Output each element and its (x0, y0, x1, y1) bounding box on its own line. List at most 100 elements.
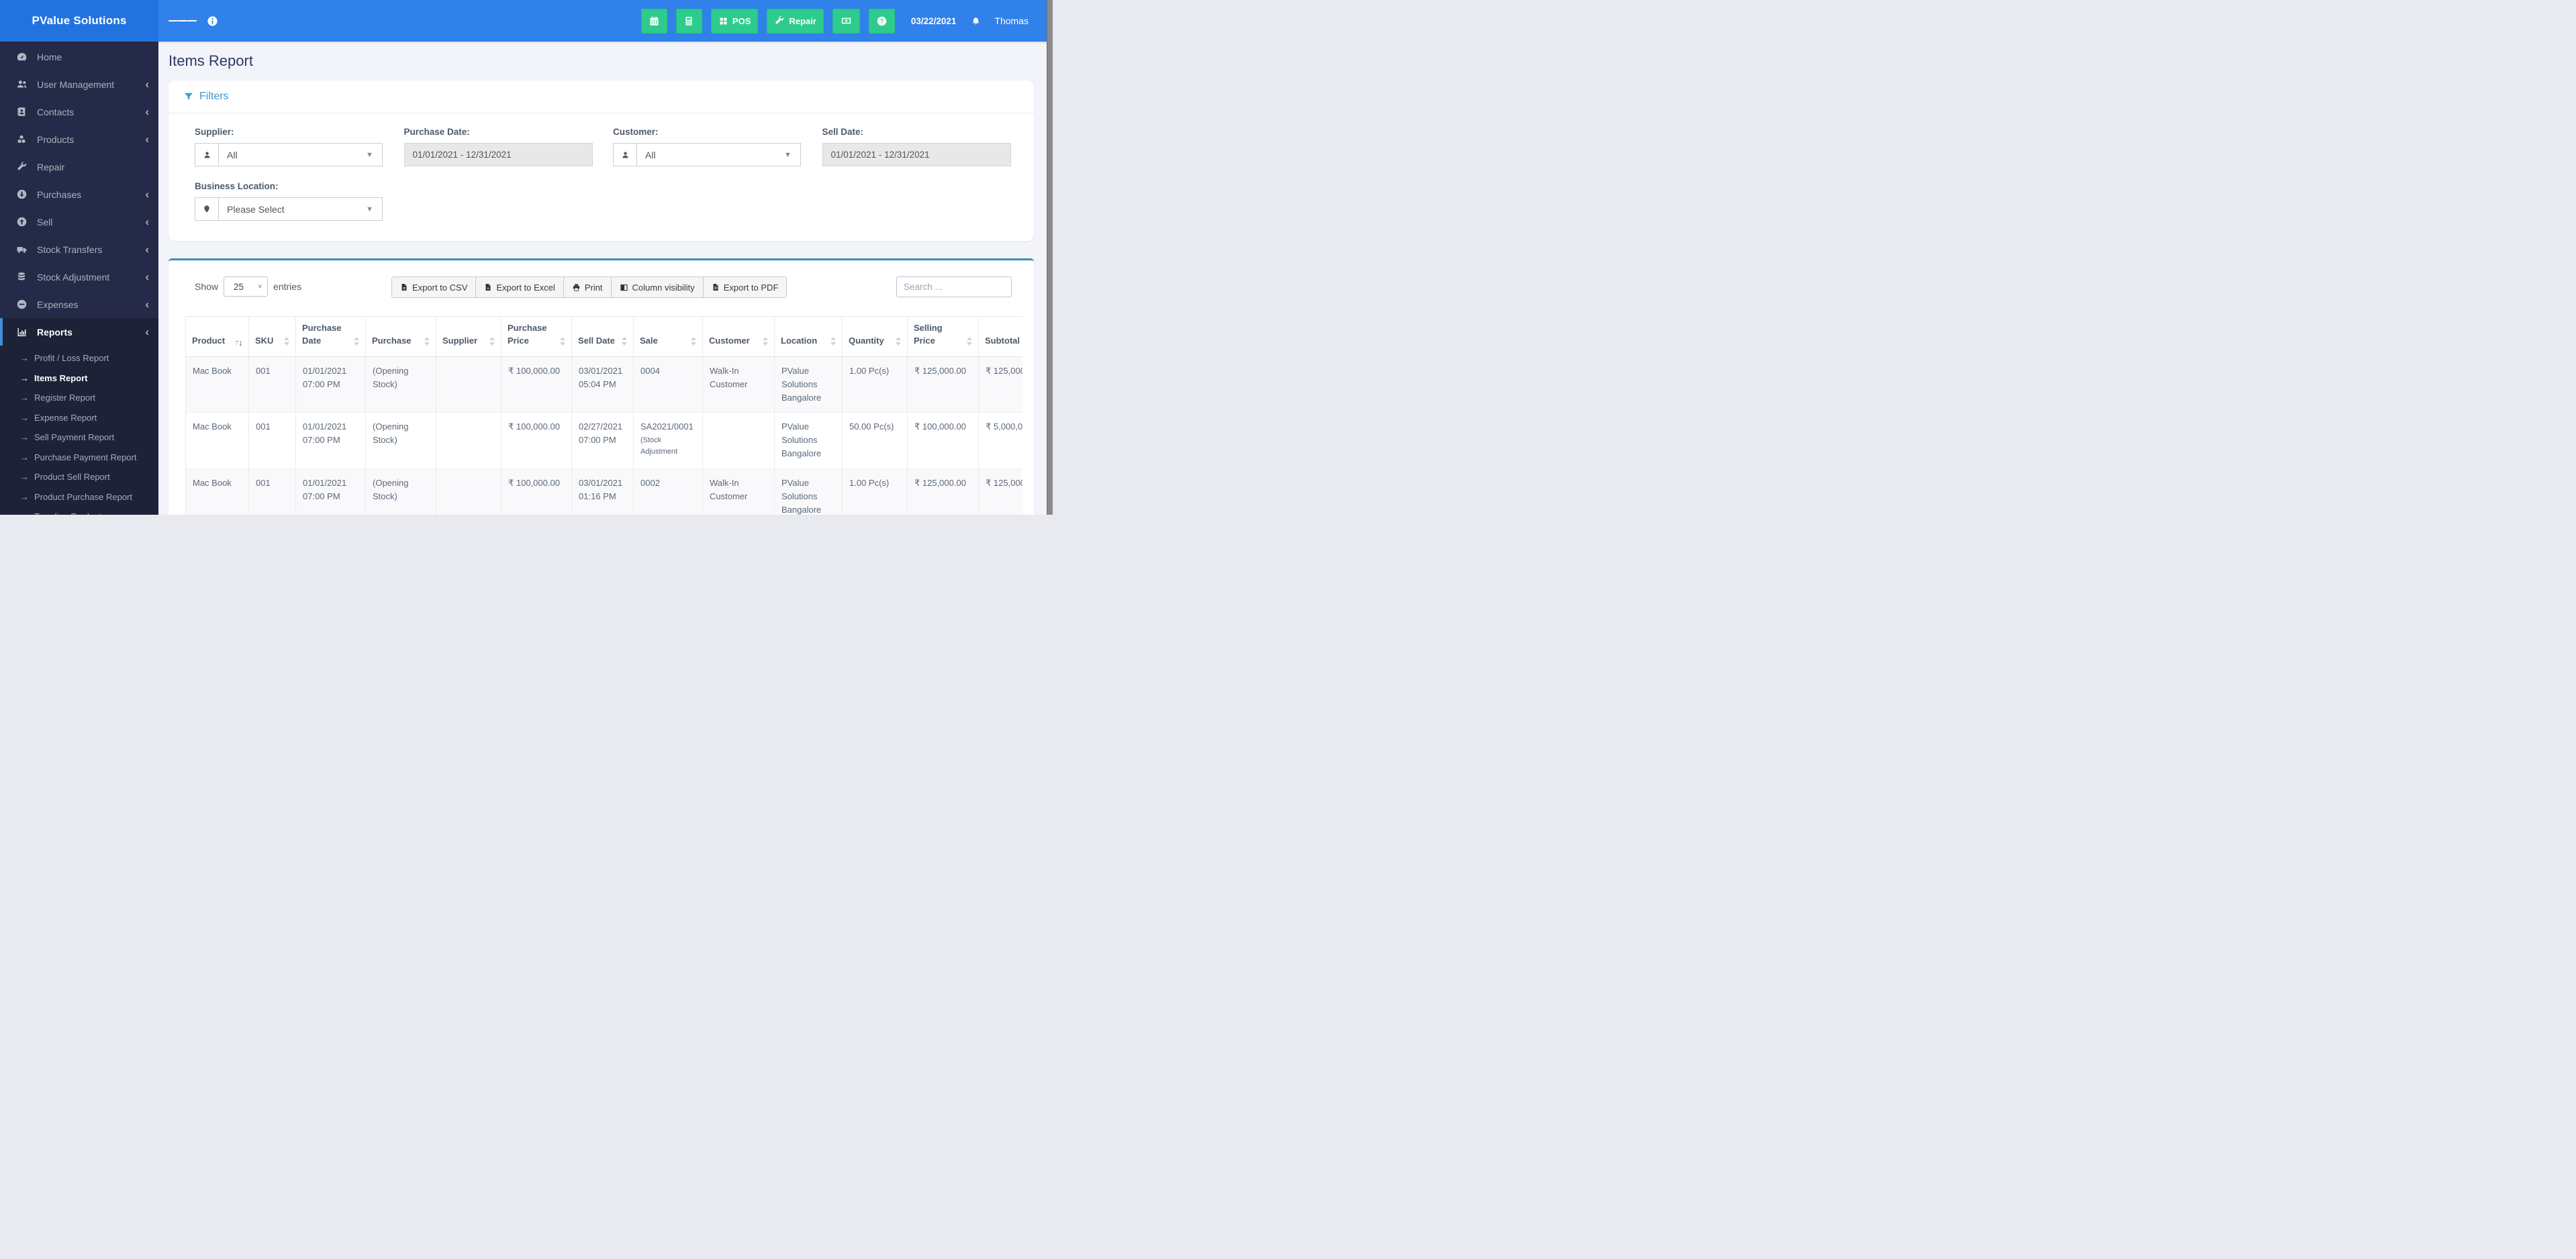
sidebar-item-stock-adjustment[interactable]: Stock Adjustment ‹ (0, 263, 158, 291)
column-header-purchase-date[interactable]: Purchase Date (295, 316, 366, 357)
submenu-item-sell-payment-report[interactable]: → Sell Payment Report (0, 427, 158, 448)
sidebar-item-repair[interactable]: Repair (0, 153, 158, 181)
sidebar-item-home[interactable]: Home (0, 43, 158, 70)
chevron-left-icon: ‹ (145, 270, 149, 283)
cell-purchase: (Opening Stock) (365, 412, 436, 469)
submenu-item-purchase-payment-report[interactable]: → Purchase Payment Report (0, 448, 158, 468)
column-header-subtotal[interactable]: Subtotal (978, 316, 1022, 357)
column-header-sku[interactable]: SKU (248, 316, 296, 357)
topbar: PValue Solutions POS Repair ? 03/22/2021… (0, 0, 1053, 42)
cell-supplier (436, 356, 502, 413)
page-length-value: 25 (234, 281, 244, 292)
submenu-item-trending-products[interactable]: →Trending Products (0, 507, 158, 515)
help-button[interactable]: ? (868, 8, 895, 34)
hamburger-menu-icon[interactable] (169, 19, 197, 23)
filters-title: Filters (199, 91, 229, 102)
app-window: PValue Solutions POS Repair ? 03/22/2021… (0, 0, 1053, 515)
pos-button[interactable]: POS (710, 8, 759, 34)
export-csv-button[interactable]: Export to CSV (391, 276, 477, 298)
brand-logo[interactable]: PValue Solutions (0, 0, 158, 42)
submenu-item-product-purchase-report[interactable]: → Product Purchase Report (0, 487, 158, 507)
sidebar-item-expenses[interactable]: Expenses ‹ (0, 291, 158, 318)
column-header-product[interactable]: Product (185, 316, 249, 357)
business-location-select-value: Please Select (227, 203, 285, 215)
column-header-purchase[interactable]: Purchase (365, 316, 436, 357)
sell-date-input[interactable] (822, 143, 1011, 166)
column-header-quantity[interactable]: Quantity (842, 316, 908, 357)
table-header-row: Product SKU Purchase Date Purchase Suppl… (185, 316, 1022, 357)
info-circle-icon[interactable] (207, 15, 218, 27)
repair-button[interactable]: Repair (767, 8, 824, 34)
sidebar-item-label: Reports (37, 326, 73, 338)
sidebar-item-stock-transfers[interactable]: Stock Transfers ‹ (0, 236, 158, 263)
sort-icon (763, 336, 768, 348)
column-header-supplier[interactable]: Supplier (436, 316, 502, 357)
column-header-purchase-price[interactable]: Purchase Price (501, 316, 572, 357)
page-length-select[interactable]: 25 ˅ (224, 276, 269, 297)
entries-label: entries (273, 281, 302, 292)
cash-register-button[interactable] (832, 8, 860, 34)
sidebar-item-reports[interactable]: Reports ‹ (0, 318, 158, 346)
sidebar-item-sell[interactable]: Sell ‹ (0, 208, 158, 236)
user-icon (195, 144, 219, 166)
cell-sell-date: 03/01/2021 01:16 PM (571, 468, 634, 515)
purchase-date-input[interactable] (403, 143, 593, 166)
cell-quantity: 1.00 Pc(s) (842, 468, 908, 515)
bar-chart-icon (15, 327, 28, 338)
column-header-selling-price[interactable]: Selling Price (907, 316, 979, 357)
cell-subtotal: ₹ 5,000,000.00 (978, 412, 1022, 469)
sidebar-item-user-management[interactable]: User Management ‹ (0, 70, 158, 98)
export-excel-button[interactable]: x Export to Excel (476, 276, 564, 298)
sidebar-item-products[interactable]: Products ‹ (0, 125, 158, 153)
cell-product: Mac Book (185, 412, 249, 469)
submenu-item-expense-report[interactable]: → Expense Report (0, 408, 158, 428)
cell-location: PValue Solutions Bangalore (774, 468, 843, 515)
file-pdf-icon (712, 283, 720, 292)
submenu-item-product-sell-report[interactable]: → Product Sell Report (0, 467, 158, 487)
table-row: Mac Book 001 01/01/2021 07:00 PM (Openin… (185, 356, 1022, 413)
submenu-item-items-report[interactable]: → Items Report (0, 368, 158, 389)
chevron-left-icon: ‹ (145, 298, 149, 311)
export-pdf-button[interactable]: Export to PDF (703, 276, 788, 298)
customer-label: Customer: (613, 127, 659, 137)
chevron-left-icon: ‹ (145, 105, 149, 118)
vertical-scrollbar[interactable] (1047, 0, 1053, 515)
cell-subtotal: ₹ 125,000.00 (978, 356, 1022, 413)
database-icon (15, 271, 28, 283)
column-header-customer[interactable]: Customer (702, 316, 775, 357)
user-menu[interactable]: Thomas (994, 15, 1029, 26)
column-header-sell-date[interactable]: Sell Date (571, 316, 634, 357)
filters-header[interactable]: Filters (169, 81, 1034, 113)
file-excel-icon: x (484, 283, 492, 292)
sidebar-item-contacts[interactable]: Contacts ‹ (0, 98, 158, 125)
column-header-location[interactable]: Location (774, 316, 843, 357)
supplier-select[interactable]: All ▼ (195, 143, 383, 166)
export-button-group: Export to CSV x Export to Excel Print Co… (391, 276, 788, 298)
sidebar-item-label: Sell (37, 216, 53, 228)
print-button[interactable]: Print (563, 276, 612, 298)
cell-purchase: (Opening Stock) (365, 468, 436, 515)
notifications-bell-icon[interactable] (971, 15, 981, 27)
table-search-input[interactable] (896, 276, 1012, 297)
column-visibility-button[interactable]: Column visibility (611, 276, 704, 298)
sidebar-item-label: User Management (37, 79, 115, 90)
arrow-right-icon: → (20, 511, 29, 515)
arrow-right-icon: → (20, 491, 29, 502)
calculator-button[interactable] (675, 8, 702, 34)
submenu-item-register-report[interactable]: → Register Report (0, 388, 158, 408)
supplier-label: Supplier: (195, 127, 234, 137)
wrench-icon (15, 161, 28, 172)
column-header-sale[interactable]: Sale (633, 316, 703, 357)
calendar-button[interactable] (640, 8, 667, 34)
page-title: Items Report (169, 52, 253, 69)
cell-product: Mac Book (185, 356, 249, 413)
submenu-item-profit-loss-report[interactable]: → Profit / Loss Report (0, 348, 158, 368)
chevron-down-icon: ˅ (258, 283, 263, 291)
customer-select[interactable]: All ▼ (613, 143, 801, 166)
sidebar-item-purchases[interactable]: Purchases ‹ (0, 181, 158, 208)
topbar-right-cluster: POS Repair ? 03/22/2021 Thomas (632, 8, 1053, 34)
business-location-select[interactable]: Please Select ▼ (195, 197, 383, 221)
chevron-left-icon: ‹ (145, 78, 149, 91)
table-scroll-area[interactable]: Product SKU Purchase Date Purchase Suppl… (185, 316, 1022, 515)
cell-customer: Walk-In Customer (702, 468, 775, 515)
